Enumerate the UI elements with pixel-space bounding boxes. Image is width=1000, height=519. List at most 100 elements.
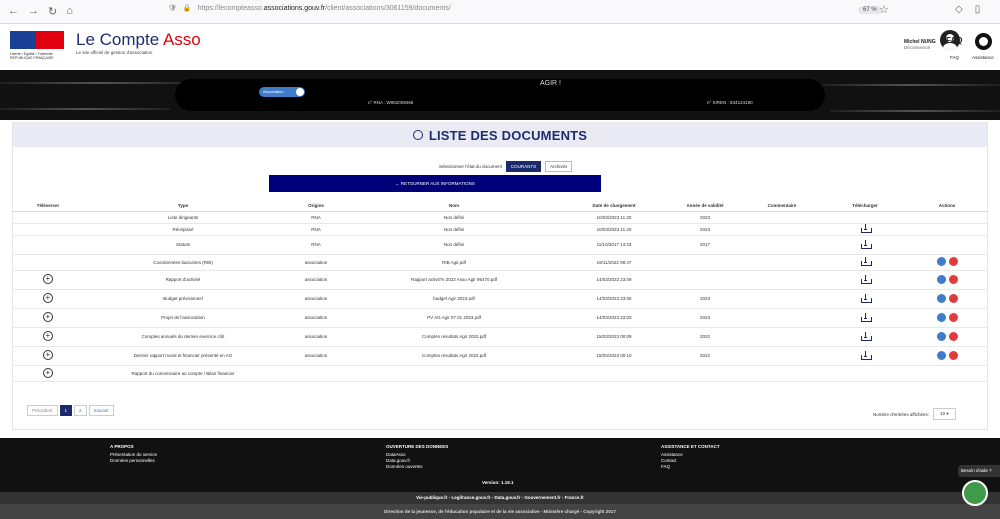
extensions-icon[interactable]: ▯ (975, 4, 981, 15)
address-bar[interactable]: 🛡 🔒 https://lecompteasso.associations.go… (168, 4, 451, 13)
footer-col-data: OUVERTURE DES DONNEES DataAsso Data.gouv… (386, 444, 448, 470)
col-header-download[interactable]: Télécharger (823, 201, 907, 212)
help-tab[interactable]: Besoin d'aide ? (958, 465, 1000, 477)
help-chat-avatar-icon[interactable] (962, 480, 988, 506)
download-icon[interactable] (860, 331, 872, 341)
pocket-icon[interactable]: ◇ (955, 4, 963, 15)
download-icon[interactable] (860, 350, 872, 360)
delete-icon[interactable] (948, 274, 958, 284)
delete-icon[interactable] (948, 350, 958, 360)
name-cell: PV AG Agir 07 01 2023.pdf (349, 308, 559, 328)
pagination-next[interactable]: Suivant (88, 405, 114, 416)
state-archived-button[interactable]: Archivés (545, 161, 573, 172)
table-row: Coordonnées bancaires (RIB) association RI… (13, 254, 987, 271)
entries-label: Nombre d'entrées affichées: (873, 411, 930, 417)
download-icon[interactable] (860, 257, 872, 266)
browser-nav: ← → ↻ ⌂ (8, 5, 73, 18)
pagination-page-1[interactable]: 1 (59, 405, 73, 416)
origin-cell: RNA (283, 223, 349, 236)
delete-icon[interactable] (948, 257, 958, 266)
date-cell: 10/03/2023 11:20 (559, 211, 669, 224)
table-row: Rapport d'activitéassociationRapport act… (13, 270, 987, 290)
date-cell: 11/10/2017 14:23 (559, 235, 669, 255)
upload-cloud-icon[interactable] (43, 293, 53, 303)
upload-cloud-icon[interactable] (43, 367, 53, 378)
assistance-label[interactable]: Assistance (972, 55, 994, 60)
faq-icon[interactable]: FAQ (946, 36, 962, 45)
app-version: Version: 1.19.1 (482, 480, 514, 485)
upload-cloud-icon[interactable] (43, 350, 53, 360)
edit-icon[interactable] (936, 312, 946, 322)
download-icon[interactable] (860, 224, 872, 233)
upload-cell (13, 254, 83, 271)
year-cell (669, 254, 741, 271)
col-header-date[interactable]: Date de chargement (559, 201, 669, 212)
faq-label[interactable]: FAQ (950, 55, 959, 60)
footer-gov-links[interactable]: Vie-publique.fr - Legifrance.gouv.fr - D… (0, 492, 1000, 504)
back-to-info-button[interactable]: ← RETOURNER AUX INFORMATIONS (269, 175, 601, 192)
delete-icon[interactable] (948, 331, 958, 341)
upload-cell (13, 289, 83, 309)
entries-select[interactable]: 10 ▾ (933, 408, 956, 420)
type-cell: Projet de l'association (83, 308, 283, 328)
name-cell (349, 365, 559, 382)
state-prompt: Sélectionner l'état du document (439, 164, 502, 169)
type-cell: Liste dirigeants (83, 211, 283, 224)
bookmark-star-icon[interactable]: ☆ (879, 3, 889, 16)
pagination-prev[interactable]: Précédent (27, 405, 58, 416)
download-cell (823, 270, 907, 290)
edit-icon[interactable] (936, 350, 946, 360)
col-header-actions[interactable]: Actions (907, 201, 987, 212)
col-header-upload[interactable]: Téléverser (13, 201, 83, 212)
delete-icon[interactable] (948, 312, 958, 322)
delete-icon[interactable] (948, 293, 958, 303)
download-icon[interactable] (860, 293, 872, 303)
col-header-comment[interactable]: Commentaire (741, 201, 823, 212)
edit-icon[interactable] (936, 293, 946, 303)
footer-copyright: Direction de la jeunesse, de l'éducation… (0, 504, 1000, 519)
footer-link[interactable]: FAQ (661, 464, 720, 470)
association-toggle[interactable]: Association (259, 87, 305, 97)
upload-cell (13, 223, 83, 236)
date-cell: 14/03/2023 23:03 (559, 308, 669, 328)
col-header-name[interactable]: Nom (349, 201, 559, 212)
table-row: Liste dirigeants RNA Non défini 10/03/2023 … (13, 211, 987, 224)
origin-cell: RNA (283, 211, 349, 224)
actions-cell (907, 270, 987, 290)
download-icon[interactable] (860, 274, 872, 284)
forward-icon[interactable]: → (28, 5, 39, 18)
home-icon[interactable]: ⌂ (66, 5, 73, 18)
table-row: Statuts RNA Non défini 11/10/2017 14:23 2017 (13, 235, 987, 255)
footer-link[interactable]: Données personnelles (110, 458, 157, 464)
edit-icon[interactable] (936, 274, 946, 284)
edit-icon[interactable] (936, 257, 946, 266)
year-cell: 2017 (669, 235, 741, 255)
name-cell: Non défini (349, 235, 559, 255)
pagination-page-2[interactable]: 2 (74, 405, 87, 416)
col-header-year[interactable]: Année de validité (669, 201, 741, 212)
col-header-origin[interactable]: Origine (283, 201, 349, 212)
download-icon[interactable] (860, 312, 872, 322)
brand-title[interactable]: Le Compte Asso (76, 30, 201, 50)
assistance-lifebuoy-icon[interactable] (975, 33, 992, 50)
upload-cloud-icon[interactable] (43, 312, 53, 322)
reload-icon[interactable]: ↻ (48, 5, 57, 18)
date-cell: 14/03/2023 23:05 (559, 289, 669, 309)
edit-icon[interactable] (936, 331, 946, 341)
table-row: Projet de l'associationassociationPV AG … (13, 308, 987, 328)
origin-cell: association (283, 270, 349, 290)
upload-cell (13, 270, 83, 290)
year-cell (669, 270, 741, 290)
logout-link[interactable]: Déconnexion (904, 45, 930, 50)
state-selector: Sélectionner l'état du document COURANTS… (439, 161, 573, 172)
upload-cloud-icon[interactable] (43, 274, 53, 284)
col-header-type[interactable]: Type (83, 201, 283, 212)
state-current-button[interactable]: COURANTS (505, 161, 542, 172)
download-icon[interactable] (860, 239, 872, 249)
back-icon[interactable]: ← (8, 5, 19, 18)
upload-cloud-icon[interactable] (43, 331, 53, 341)
footer-link[interactable]: Données ouvertes (386, 464, 448, 470)
republique-logo[interactable]: Liberté • Égalité • Fraternité RÉPUBLIQU… (10, 31, 66, 61)
date-cell: 19/11/2022 08:47 (559, 254, 669, 271)
table-row: Dernier rapport moral et financier prése… (13, 346, 987, 366)
